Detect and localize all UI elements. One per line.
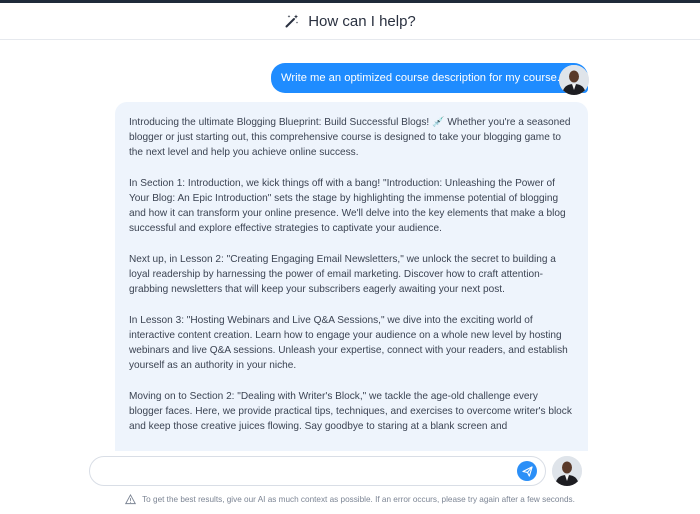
warning-icon (125, 493, 137, 505)
footer-note: To get the best results, give our AI as … (0, 493, 700, 505)
user-message-text: Write me an optimized course description… (281, 72, 560, 84)
user-avatar (552, 456, 582, 486)
send-button[interactable] (517, 461, 537, 481)
ai-paragraph: In Lesson 3: "Hosting Webinars and Live … (129, 314, 568, 372)
user-message-row: Write me an optimized course description… (271, 63, 588, 93)
page-title: How can I help? (308, 12, 416, 30)
ai-response-bubble: Introducing the ultimate Blogging Bluepr… (115, 102, 588, 451)
page-header: How can I help? (0, 3, 700, 40)
chat-thread[interactable]: Write me an optimized course description… (0, 41, 700, 451)
user-avatar (559, 65, 589, 95)
send-icon (521, 465, 533, 477)
ai-paragraph: Next up, in Lesson 2: "Creating Engaging… (129, 253, 556, 296)
ai-paragraph: Moving on to Section 2: "Dealing with Wr… (129, 390, 572, 432)
magic-wand-icon (284, 13, 300, 29)
message-input[interactable] (90, 457, 490, 485)
footer-note-text: To get the best results, give our AI as … (142, 495, 575, 504)
message-composer (89, 456, 546, 486)
ai-paragraph: In Section 1: Introduction, we kick thin… (129, 177, 566, 235)
user-message-bubble: Write me an optimized course description… (271, 63, 588, 93)
ai-paragraph: Introducing the ultimate Blogging Bluepr… (129, 117, 571, 159)
